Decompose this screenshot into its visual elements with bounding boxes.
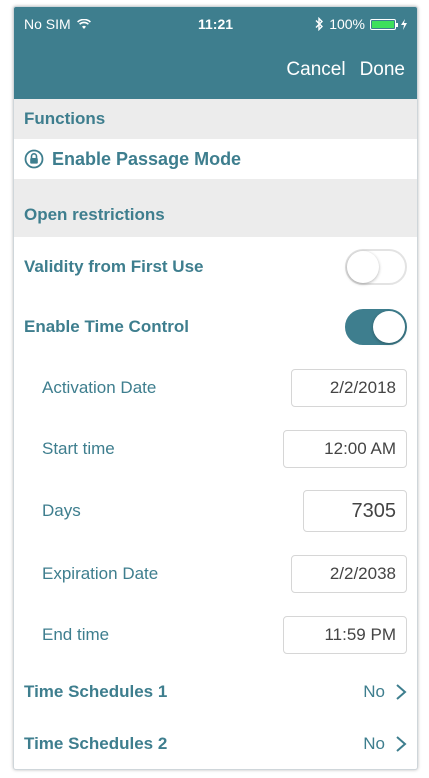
charging-icon [401,18,407,30]
days-label: Days [42,501,81,520]
time-schedule-1-row[interactable]: Time Schedules 1 No [14,665,417,719]
carrier-label: No SIM [24,16,71,32]
days-field[interactable]: 7305 [303,490,407,532]
cancel-button[interactable]: Cancel [286,59,345,81]
done-button[interactable]: Done [360,59,405,81]
section-spacer [14,179,417,193]
status-bar: No SIM 11:21 100% [14,7,417,41]
passage-mode-row[interactable]: Enable Passage Mode [14,139,417,179]
navigation-bar: Cancel Done [14,41,417,99]
toggle-knob [373,311,405,343]
time-schedule-1-value: No [363,682,385,701]
time-schedule-2-row[interactable]: Time Schedules 2 No [14,719,417,769]
battery-percent: 100% [329,16,365,32]
expiration-date-label: Expiration Date [42,564,159,583]
validity-label: Validity from First Use [24,257,204,276]
time-schedule-2-label: Time Schedules 2 [24,734,168,753]
expiration-date-row: Expiration Date 2/2/2038 [14,543,417,605]
end-time-label: End time [42,625,110,644]
wifi-icon [76,18,91,29]
start-time-row: Start time 12:00 AM [14,419,417,479]
status-left: No SIM [24,16,91,32]
chevron-right-icon [396,684,407,700]
bluetooth-icon [315,17,324,31]
start-time-field[interactable]: 12:00 AM [283,430,407,468]
time-control-label: Enable Time Control [24,317,189,336]
activation-date-field[interactable]: 2/2/2018 [291,369,407,407]
status-right: 100% [315,16,407,32]
end-time-field[interactable]: 11:59 PM [283,616,407,654]
functions-header-label: Functions [24,109,106,128]
validity-toggle[interactable] [345,249,407,285]
start-time-label: Start time [42,439,115,458]
open-restrictions-header: Open restrictions [14,193,417,237]
time-schedule-2-value: No [363,734,385,753]
days-row: Days 7305 [14,479,417,543]
passage-mode-label: Enable Passage Mode [52,148,242,169]
time-schedule-1-value-group: No [363,682,407,702]
functions-section-header: Functions [14,99,417,139]
expiration-date-field[interactable]: 2/2/2038 [291,555,407,593]
time-control-row: Enable Time Control [14,297,417,357]
lock-icon [24,149,44,169]
open-restrictions-label: Open restrictions [24,205,165,224]
phone-screen: No SIM 11:21 100% Cancel Done Functions [13,6,418,770]
validity-row: Validity from First Use [14,237,417,297]
status-time: 11:21 [197,16,234,32]
chevron-right-icon [396,736,407,752]
battery-icon [370,18,398,30]
activation-date-label: Activation Date [42,378,157,397]
time-schedule-2-value-group: No [363,734,407,754]
toggle-knob [347,251,379,283]
time-control-toggle[interactable] [345,309,407,345]
end-time-row: End time 11:59 PM [14,605,417,665]
time-schedule-1-label: Time Schedules 1 [24,682,168,701]
activation-date-row: Activation Date 2/2/2018 [14,357,417,419]
